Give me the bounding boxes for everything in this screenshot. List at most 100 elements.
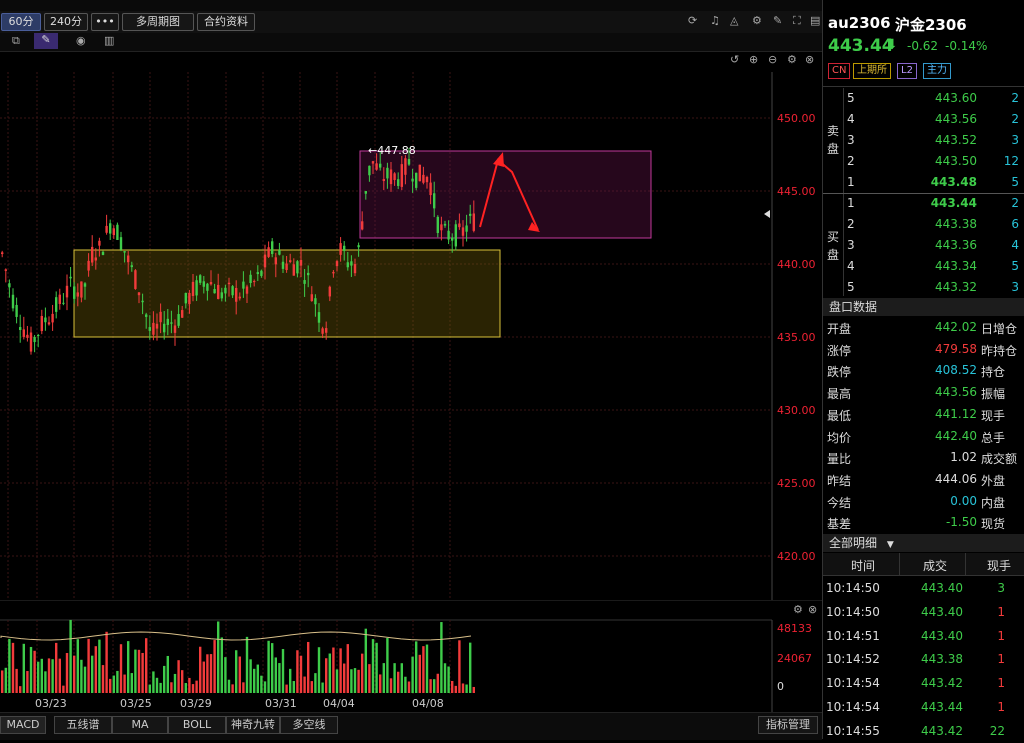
bid-row[interactable]: 3 443.36 4 xyxy=(823,236,1024,257)
candle-body xyxy=(253,281,256,283)
alarm-icon[interactable]: ♫ xyxy=(710,14,720,28)
candle-body xyxy=(166,318,169,325)
volume-bar xyxy=(465,684,468,693)
period-240min-button[interactable]: 240分 xyxy=(44,13,88,31)
bid-row[interactable]: 2 443.38 6 xyxy=(823,215,1024,236)
candle-body xyxy=(217,284,220,299)
candle-body xyxy=(335,261,339,267)
date-tick-label: 04/08 xyxy=(412,697,444,710)
ask-qty: 2 xyxy=(1011,112,1019,126)
candle-body xyxy=(292,264,295,276)
volume-bar xyxy=(263,681,267,693)
bid-row[interactable]: 4 443.34 5 xyxy=(823,257,1024,278)
market-data-row: 今结 0.00 内盘 xyxy=(823,492,1024,513)
volume-bar xyxy=(51,659,54,693)
market-data-label: 今结 xyxy=(827,495,852,510)
volume-bar xyxy=(137,649,141,693)
period-60min-button[interactable]: 60分 xyxy=(1,13,41,31)
candle-body xyxy=(33,336,36,343)
candle-body xyxy=(296,261,299,274)
ruler-icon[interactable]: ✎ xyxy=(773,14,782,28)
eye-icon[interactable]: ◉ xyxy=(76,34,86,48)
indicator-manage-button[interactable]: 指标管理 xyxy=(758,716,818,734)
trade-row: 10:14:54 443.42 1 xyxy=(823,674,1024,695)
ask-row[interactable]: 2 443.50 12 xyxy=(823,152,1024,173)
candle-body xyxy=(375,163,378,170)
candle-body xyxy=(271,241,274,255)
ask-qty: 12 xyxy=(1003,154,1019,168)
market-data-value: 408.52 xyxy=(935,363,977,378)
contract-info-button[interactable]: 合约资料 xyxy=(197,13,255,31)
volume-bar xyxy=(382,663,385,693)
trade-price: 443.40 xyxy=(921,581,963,595)
volume-bar xyxy=(224,657,227,693)
volume-bar xyxy=(339,648,342,693)
candle-body xyxy=(55,297,58,312)
trade-time: 10:14:54 xyxy=(826,676,880,691)
volume-bar xyxy=(152,671,155,693)
copy-icon[interactable]: ⧉ xyxy=(12,34,20,48)
ask-row[interactable]: 1 443.48 5 xyxy=(823,173,1024,194)
more-periods-button[interactable]: ••• xyxy=(91,13,119,31)
multi-period-button[interactable]: 多周期图 xyxy=(122,13,194,31)
ask-qty: 5 xyxy=(1011,175,1019,189)
candlestick-chart[interactable]: 450.00 445.00 440.00 435.00 430.00 425.00 420.… xyxy=(0,52,822,600)
volume-bar xyxy=(364,628,367,693)
volume-bar xyxy=(267,640,270,693)
settings-icon[interactable]: ⚙ xyxy=(752,14,762,28)
current-price-marker xyxy=(764,210,770,218)
volume-bar xyxy=(386,638,389,693)
candle-body xyxy=(343,245,346,251)
bid-row[interactable]: 5 443.32 3 xyxy=(823,278,1024,299)
volume-bar xyxy=(4,667,7,693)
tab-boll[interactable]: BOLL xyxy=(168,716,226,734)
volume-tick-label: 48133 xyxy=(777,622,812,635)
volume-chart[interactable]: ⚙ ⊗ 48133 24067 0 03/23 03/25 03/29 03/31 04/04… xyxy=(0,600,822,712)
pen-icon[interactable]: ✎ xyxy=(34,33,58,49)
tab-td-nine[interactable]: 神奇九转 xyxy=(226,716,280,734)
market-data-right-label: 日增仓 xyxy=(981,322,1018,336)
candle-body xyxy=(152,322,155,335)
volume-bar xyxy=(379,674,382,693)
candle-body xyxy=(433,193,436,209)
chevron-down-icon[interactable]: ▼ xyxy=(887,540,894,550)
volume-bar xyxy=(260,675,263,693)
volume-bar xyxy=(209,654,213,693)
bell-icon[interactable]: ◬ xyxy=(730,14,738,28)
ask-row[interactable]: 4 443.56 2 xyxy=(823,110,1024,131)
market-data-right-label: 振幅 xyxy=(981,387,1006,402)
bid-qty: 6 xyxy=(1011,217,1019,231)
volume-bar xyxy=(134,649,137,693)
market-data-label: 跌停 xyxy=(827,365,852,380)
bid-price: 443.38 xyxy=(935,217,977,231)
volume-bar xyxy=(321,682,324,693)
volume-bar xyxy=(325,658,328,693)
tab-ma[interactable]: MA xyxy=(112,716,168,734)
ask-row[interactable]: 5 443.60 2 xyxy=(823,89,1024,110)
expand-icon[interactable]: ▤ xyxy=(810,14,820,28)
bid-row[interactable]: 1 443.44 2 xyxy=(823,194,1024,215)
candle-body xyxy=(404,158,407,175)
tab-long-short[interactable]: 多空线 xyxy=(280,716,338,734)
candle-body xyxy=(267,247,270,257)
trash-icon[interactable]: ▥ xyxy=(104,34,114,48)
market-data-row: 涨停 479.58 昨持仓 xyxy=(823,340,1024,361)
volume-bar xyxy=(37,661,40,693)
tab-wuxianpu[interactable]: 五线谱 xyxy=(54,716,112,734)
volume-bar xyxy=(461,683,465,693)
candle-body xyxy=(101,251,105,255)
candle-body xyxy=(303,280,306,284)
refresh-icon[interactable]: ⟳ xyxy=(688,14,697,28)
fullscreen-icon[interactable]: ⛶ xyxy=(793,14,801,28)
trade-qty: 1 xyxy=(997,676,1005,691)
trades-header[interactable]: 全部明细 ▼ xyxy=(823,534,1024,552)
market-data-value: 1.02 xyxy=(950,450,977,465)
tab-macd[interactable]: MACD xyxy=(0,716,46,734)
volume-bar xyxy=(69,619,72,693)
candle-body xyxy=(415,172,418,188)
market-data-value: 443.56 xyxy=(935,385,977,400)
volume-bar xyxy=(303,676,306,693)
ask-row[interactable]: 3 443.52 3 xyxy=(823,131,1024,152)
bid-level: 4 xyxy=(847,259,855,273)
trade-time: 10:14:50 xyxy=(826,581,880,595)
